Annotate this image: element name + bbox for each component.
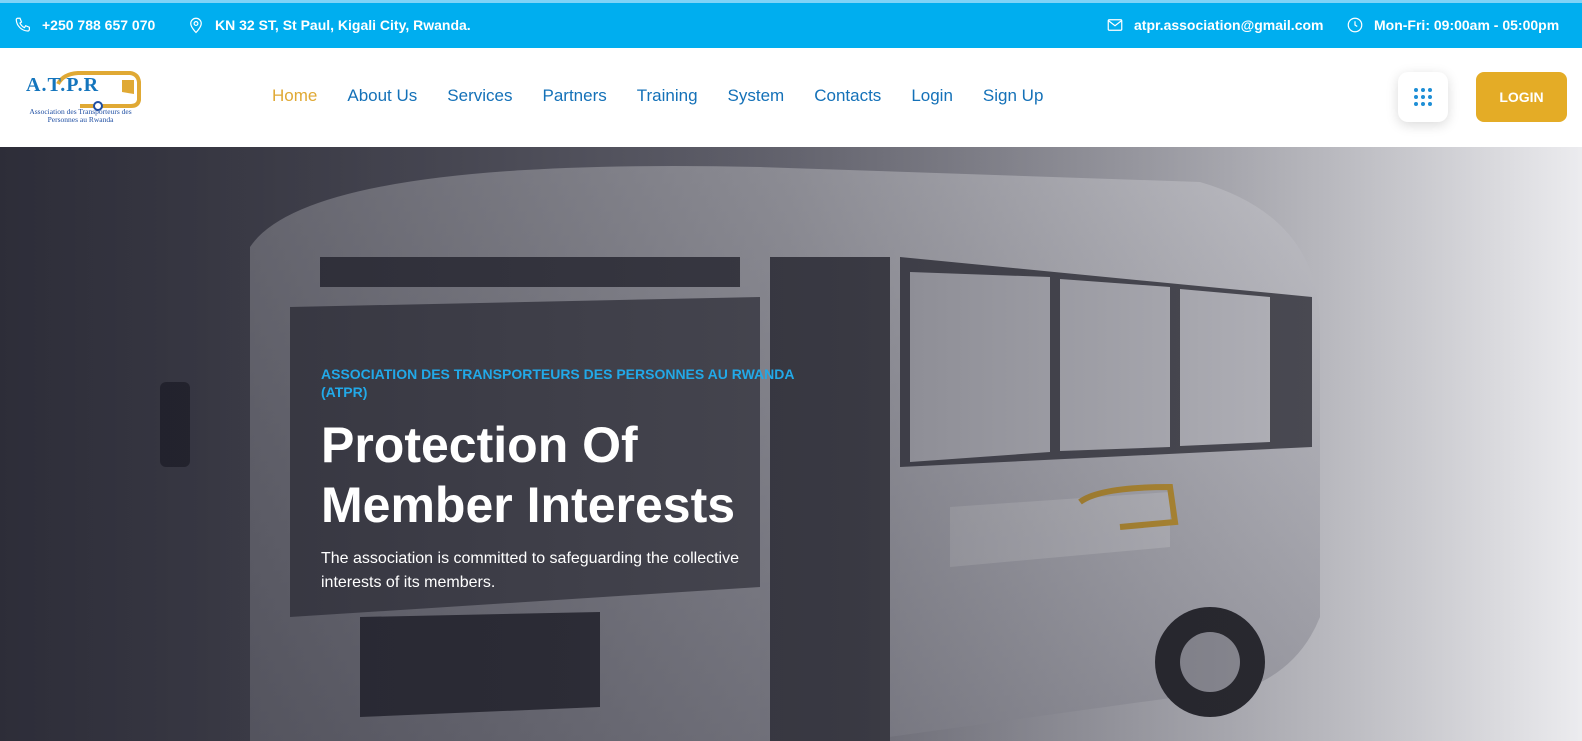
logo-name: A.T.P.R — [26, 74, 100, 96]
nav-login[interactable]: Login — [911, 86, 953, 106]
nav-partners[interactable]: Partners — [542, 86, 606, 106]
phone-number: +250 788 657 070 — [42, 17, 156, 33]
address-contact: KN 32 ST, St Paul, Kigali City, Rwanda. — [187, 16, 471, 34]
hero-eyebrow: ASSOCIATION DES TRANSPORTEURS DES PERSON… — [321, 366, 794, 400]
grid-dots-icon — [1414, 88, 1432, 106]
phone-contact[interactable]: +250 788 657 070 — [14, 16, 155, 34]
menu-grid-button[interactable] — [1398, 72, 1448, 122]
hero-headline-line-1: Protection Of — [321, 417, 638, 473]
hero-headline: Protection Of Member Interests — [321, 415, 821, 535]
main-header: A.T.P.R Association des Transporteurs de… — [0, 48, 1582, 147]
nav-contacts[interactable]: Contacts — [814, 86, 881, 106]
phone-icon — [15, 17, 30, 32]
mail-icon — [1107, 19, 1123, 31]
logo-tagline: Association des Transporteurs des Person… — [29, 107, 132, 124]
map-pin-icon — [190, 17, 202, 34]
clock-icon — [1347, 17, 1363, 33]
main-navigation: Home About Us Services Partners Training… — [272, 86, 1043, 106]
email-contact[interactable]: atpr.association@gmail.com — [1106, 16, 1324, 34]
hero-content: ASSOCIATION DES TRANSPORTEURS DES PERSON… — [321, 365, 821, 595]
nav-about-us[interactable]: About Us — [347, 86, 417, 106]
email-address: atpr.association@gmail.com — [1134, 17, 1324, 33]
nav-system[interactable]: System — [728, 86, 785, 106]
top-info-bar: +250 788 657 070 KN 32 ST, St Paul, Kiga… — [0, 0, 1582, 48]
hours-info: Mon-Fri: 09:00am - 05:00pm — [1346, 16, 1559, 34]
hero-headline-line-2: Member Interests — [321, 477, 736, 533]
address-text: KN 32 ST, St Paul, Kigali City, Rwanda. — [215, 17, 471, 33]
hero-banner: ASSOCIATION DES TRANSPORTEURS DES PERSON… — [0, 147, 1582, 741]
opening-hours: Mon-Fri: 09:00am - 05:00pm — [1374, 17, 1560, 33]
nav-services[interactable]: Services — [447, 86, 512, 106]
site-logo[interactable]: A.T.P.R Association des Transporteurs de… — [18, 70, 143, 126]
hero-description: The association is committed to safeguar… — [321, 550, 739, 591]
nav-training[interactable]: Training — [637, 86, 698, 106]
nav-home[interactable]: Home — [272, 86, 317, 106]
login-button[interactable]: LOGIN — [1476, 72, 1567, 122]
nav-sign-up[interactable]: Sign Up — [983, 86, 1043, 106]
